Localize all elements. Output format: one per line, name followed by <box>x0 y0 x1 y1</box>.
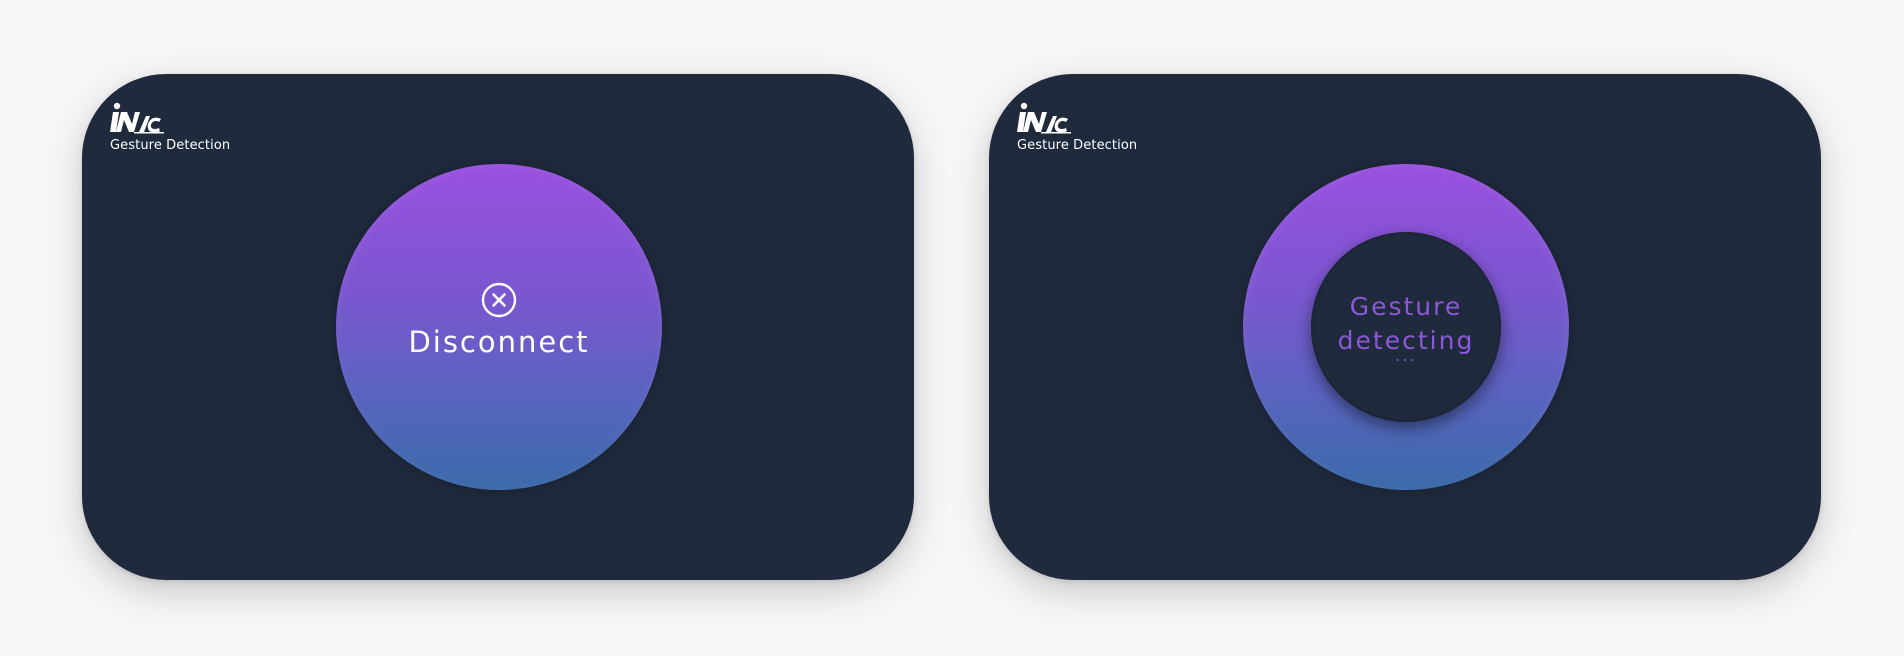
disconnect-button[interactable]: Disconnect <box>336 164 662 490</box>
detecting-status: Gesture detecting ... <box>1311 290 1501 366</box>
brand: Gesture Detection <box>110 102 230 154</box>
brand-subtitle: Gesture Detection <box>110 138 231 153</box>
detecting-center: Gesture detecting ... <box>1311 232 1501 422</box>
detecting-line-1: Gesture <box>1349 292 1463 321</box>
detecting-ring: Gesture detecting ... <box>1243 164 1569 490</box>
brand-subtitle: Gesture Detection <box>1017 138 1138 153</box>
close-circle-icon <box>481 282 517 318</box>
disconnect-screen: Gesture Detection Disconnect <box>82 74 914 580</box>
logo-icon <box>1017 102 1071 134</box>
brand: Gesture Detection <box>1017 102 1137 154</box>
logo-icon <box>110 102 164 134</box>
detecting-screen: Gesture Detection Gesture detecting ... <box>989 74 1821 580</box>
disconnect-label: Disconnect <box>408 325 590 359</box>
